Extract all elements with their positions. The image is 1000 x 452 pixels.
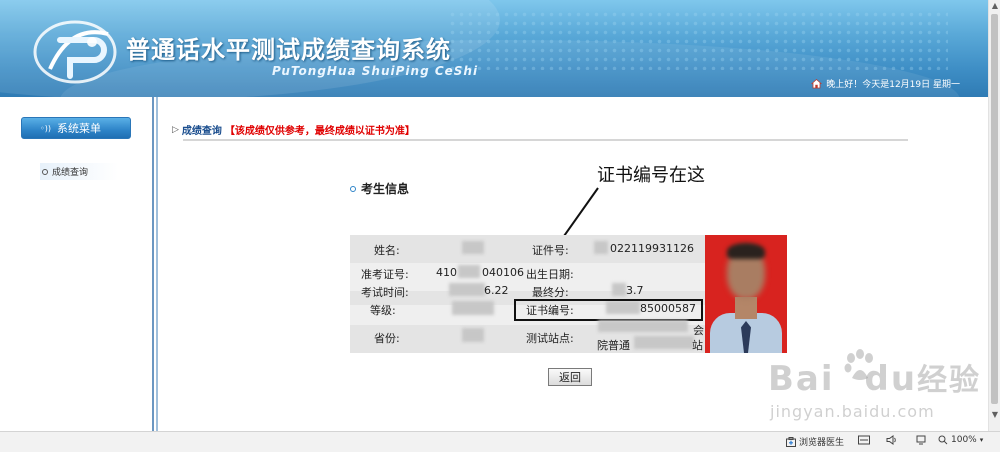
grade-label: 等级:: [370, 304, 396, 317]
site-label: 测试站点:: [526, 332, 574, 345]
site-value-end: 站: [692, 339, 703, 352]
sound-button[interactable]: [886, 435, 898, 445]
scroll-thumb[interactable]: [991, 14, 998, 404]
section-title: 考生信息: [350, 180, 409, 197]
breadcrumb-label: 成绩查询: [181, 126, 222, 137]
scroll-up-icon[interactable]: ▲: [991, 2, 999, 10]
final-score-redacted: [612, 283, 626, 296]
ticket-value-start: 410: [436, 266, 457, 279]
grade-value-redacted: [452, 301, 494, 315]
watermark-brand-cn: 经验: [917, 363, 982, 398]
province-label: 省份:: [374, 332, 400, 345]
back-button[interactable]: 返回: [548, 368, 592, 386]
scroll-down-icon[interactable]: ▼: [991, 411, 999, 419]
sidebar-item-label: 成绩查询: [52, 168, 89, 178]
sidebar: ◦)) 系统菜单 成绩查询: [0, 97, 152, 431]
greeting-text: 晚上好！今天是12月19日 星期一: [826, 80, 960, 90]
signal-icon: ◦)): [40, 123, 51, 133]
photo-neck: [735, 297, 757, 319]
browser-doctor[interactable]: 浏览器医生: [786, 435, 844, 448]
browser-doctor-label: 浏览器医生: [799, 438, 845, 448]
zoom-level: 100%: [951, 435, 977, 445]
vertical-scrollbar[interactable]: ▲ ▼: [988, 0, 1000, 431]
site-value-redacted: [634, 336, 694, 349]
bullet-icon: [42, 168, 48, 175]
system-menu-label: 系统菜单: [56, 122, 101, 135]
birth-label: 出生日期:: [526, 268, 574, 281]
final-score-value: 3.7: [626, 284, 644, 297]
cert-number-highlight-box: [514, 299, 703, 321]
sidebar-item-score-query[interactable]: 成绩查询: [40, 163, 119, 180]
site-value-tail: 会: [693, 324, 704, 337]
province-value-redacted: [462, 328, 484, 342]
name-value-redacted: [462, 241, 484, 254]
exam-time-label: 考试时间:: [361, 286, 409, 299]
ticket-value-end: 040106: [482, 266, 524, 279]
circle-bullet-icon: [350, 185, 356, 192]
header-banner: 普通话水平测试成绩查询系统 PuTongHua ShuiPing CeShi 晚…: [0, 0, 988, 97]
site-value-redacted: [598, 320, 688, 332]
home-icon: [811, 78, 823, 89]
compat-icon[interactable]: [858, 435, 870, 445]
final-score-label: 最终分:: [532, 286, 569, 299]
photo-hair: [727, 243, 765, 259]
system-menu-button[interactable]: ◦)) 系统菜单: [21, 117, 131, 139]
watermark-brand-a: Bai: [768, 359, 835, 399]
speaker-icon: [886, 435, 896, 445]
id-label: 证件号:: [532, 244, 569, 257]
id-value-redacted: [594, 241, 608, 254]
baidu-paw-icon: [844, 349, 873, 380]
play-arrow-icon: ▷: [172, 124, 179, 135]
candidate-photo: [705, 235, 787, 353]
greeting: 晚上好！今天是12月19日 星期一: [811, 77, 960, 90]
system-title: 普通话水平测试成绩查询系统: [126, 36, 451, 64]
browser-status-bar: 浏览器医生 100% ▾: [0, 431, 1000, 452]
compat-mode-icon: [858, 435, 870, 445]
breadcrumb-note: 【该成绩仅供参考，最终成绩以证书为准】: [224, 126, 415, 137]
section-title-text: 考生信息: [361, 182, 410, 196]
watermark-url: jingyan.baidu.com: [770, 402, 935, 421]
site-value: 院普通: [597, 339, 630, 352]
banner-dots: [448, 10, 948, 70]
download-icon: [916, 435, 926, 445]
breadcrumb: ▷ 成绩查询 【该成绩仅供参考，最终成绩以证书为准】: [172, 122, 415, 138]
id-value: 022119931126: [610, 242, 694, 255]
exam-time-value: 6.22: [484, 284, 509, 297]
ticket-label: 准考证号:: [361, 268, 409, 281]
system-logo-icon: [33, 20, 117, 84]
sidebar-divider: [152, 97, 154, 431]
exam-time-redacted: [449, 283, 485, 296]
zoom-icon: [938, 435, 948, 445]
medical-kit-icon: [786, 436, 796, 447]
system-subtitle: PuTongHua ShuiPing CeShi: [272, 64, 479, 78]
dropdown-icon: ▾: [979, 436, 984, 444]
download-button[interactable]: [916, 435, 926, 445]
name-label: 姓名:: [374, 244, 400, 257]
breadcrumb-divider: [183, 139, 908, 141]
zoom-control[interactable]: 100% ▾: [938, 435, 983, 445]
ticket-value-redacted: [458, 265, 480, 278]
sidebar-divider: [156, 97, 158, 431]
